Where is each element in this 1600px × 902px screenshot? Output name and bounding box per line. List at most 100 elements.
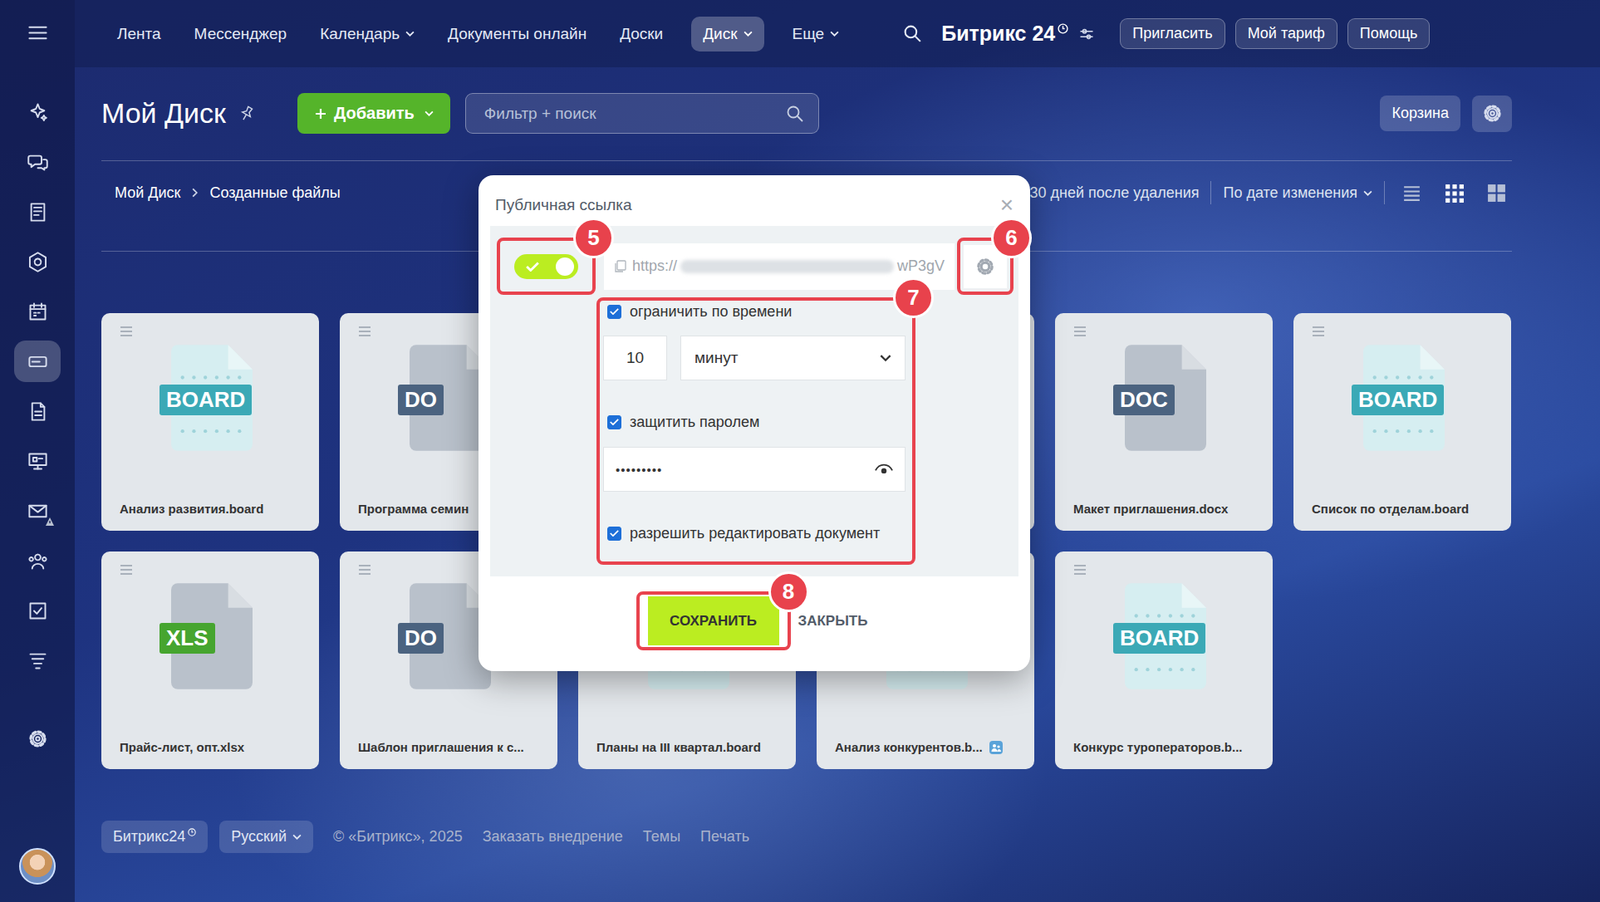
sidebar-item[interactable]	[14, 490, 61, 532]
breadcrumb-item[interactable]: Созданные файлы	[209, 184, 340, 202]
add-button[interactable]: Добавить	[297, 93, 451, 134]
checkbox[interactable]	[607, 526, 622, 541]
menu-button[interactable]	[16, 15, 59, 50]
filter-search-input[interactable]: Фильтр + поиск	[465, 93, 820, 134]
breadcrumbs: Мой Диск Созданные файлы	[101, 184, 341, 202]
funnel-icon	[26, 649, 50, 673]
nav-item[interactable]: Документы онлайн	[442, 16, 592, 52]
file-name: Планы на III квартал.board	[596, 740, 781, 755]
file-card[interactable]: DOC Макет приглашения.docx	[1055, 313, 1273, 531]
footer-link[interactable]: Печать	[700, 828, 750, 846]
close-button[interactable]: ×	[1000, 193, 1014, 217]
header-button[interactable]: Пригласить	[1119, 18, 1225, 50]
drag-handle-icon[interactable]	[358, 564, 372, 575]
user-avatar[interactable]	[19, 848, 56, 885]
drag-handle-icon[interactable]	[1073, 564, 1087, 575]
screen: Лента Мессенджер Календарь Документы онлайн…	[0, 0, 1600, 902]
clock-icon	[187, 828, 197, 837]
settings-button[interactable]	[1472, 95, 1512, 133]
file-card[interactable]: BOARDСписок по отделам.board	[1293, 313, 1512, 531]
file-type-label: DO	[397, 384, 444, 416]
file-name: Макет приглашения.docx	[1073, 501, 1258, 516]
footer-link[interactable]: Заказать внедрение	[482, 828, 624, 846]
drag-handle-icon[interactable]	[119, 564, 133, 575]
logo[interactable]: Битрикс 24	[941, 21, 1095, 46]
sidebar-item[interactable]	[14, 91, 61, 133]
sidebar-item[interactable]	[14, 639, 61, 682]
drag-handle-icon[interactable]	[358, 326, 372, 337]
breadcrumb-item[interactable]: Мой Диск	[114, 184, 181, 202]
header-button[interactable]: Помощь	[1347, 18, 1431, 50]
grid-icon	[1443, 182, 1465, 204]
sidebar-item[interactable]	[14, 390, 61, 432]
view-mode-button[interactable]	[1438, 182, 1470, 204]
password-option[interactable]: защитить паролем	[603, 411, 908, 433]
sidebar-item[interactable]	[14, 191, 61, 233]
language-select[interactable]: Русский	[219, 820, 314, 854]
disk-icon	[26, 350, 50, 374]
settings-button[interactable]	[14, 717, 61, 760]
file-type-label: BOARD	[1113, 623, 1206, 654]
copyright: © «Битрикс», 2025	[333, 828, 463, 846]
check-icon	[609, 530, 619, 537]
sliders-icon[interactable]	[1078, 25, 1095, 43]
sidebar-item[interactable]	[14, 589, 61, 632]
nav-item[interactable]: Доски	[614, 16, 668, 52]
file-name: Анализ развития.board	[119, 501, 305, 516]
trash-button[interactable]: Корзина	[1379, 95, 1461, 132]
file-card[interactable]: XLSПрайс-лист, опт.xlsx	[101, 551, 320, 770]
file-type-label: BOARD	[159, 384, 252, 416]
mail-icon	[26, 500, 50, 523]
sort-dropdown[interactable]: По дате изменения	[1222, 184, 1373, 202]
highlight-box: ограничить по времени 10 минут защитить пар…	[596, 297, 916, 565]
top-bar: Лента Мессенджер Календарь Документы онлайн…	[74, 0, 1600, 68]
checkbox[interactable]	[607, 304, 622, 320]
search-icon[interactable]	[902, 23, 923, 45]
step-badge: 7	[893, 277, 934, 319]
view-mode-button[interactable]	[1481, 182, 1512, 204]
chevron-icon	[405, 30, 415, 37]
highlight-box: 6	[957, 237, 1014, 295]
edit-option[interactable]: разрешить редактировать документ	[603, 522, 908, 545]
checkbox[interactable]	[607, 415, 622, 430]
team-icon	[26, 549, 50, 573]
highlight-box: СОХРАНИТЬ8	[636, 591, 791, 651]
public-link-dialog: Публичная ссылка×5https://wP3gV6ограничи…	[478, 175, 1031, 672]
nav-item[interactable]: Мессенджер	[189, 16, 293, 52]
file-card[interactable]: BOARD Анализ развития.board	[101, 313, 320, 531]
sidebar-item[interactable]	[14, 440, 61, 482]
close-dialog-button[interactable]: ЗАКРЫТЬ	[793, 604, 874, 639]
header-button[interactable]: Мой тариф	[1235, 18, 1338, 50]
time-limit-option[interactable]: ограничить по времени	[603, 300, 908, 323]
public-link-toggle[interactable]	[514, 254, 579, 280]
copy-icon[interactable]	[613, 260, 628, 274]
sidebar-item[interactable]	[14, 539, 61, 582]
pin-icon[interactable]	[234, 100, 260, 126]
file-type-label: BOARD	[1351, 384, 1444, 416]
file-card[interactable]: BOARDКонкурс туроператоров.b...	[1055, 551, 1273, 770]
sidebar-item[interactable]	[14, 290, 61, 333]
time-amount-input[interactable]: 10	[603, 335, 668, 381]
brand-link[interactable]: Битрикс24	[101, 820, 208, 854]
sidebar-item[interactable]	[14, 141, 61, 183]
nav-item[interactable]: Диск	[691, 16, 764, 52]
tasks-icon	[26, 599, 50, 623]
menu-icon	[26, 21, 50, 45]
eye-icon[interactable]	[874, 463, 894, 477]
footer-link[interactable]: Темы	[642, 828, 681, 846]
nav-item[interactable]: Календарь	[314, 16, 420, 52]
nav-item[interactable]: Еще	[787, 16, 845, 52]
view-mode-button[interactable]	[1396, 182, 1428, 204]
nav-item[interactable]: Лента	[112, 16, 167, 52]
drag-handle-icon[interactable]	[119, 326, 133, 337]
drag-handle-icon[interactable]	[1311, 326, 1326, 337]
time-unit-select[interactable]: минут	[680, 335, 906, 381]
password-input[interactable]: •••••••••	[603, 446, 906, 492]
drag-handle-icon[interactable]	[1073, 326, 1087, 337]
file-type-label: XLS	[159, 623, 216, 654]
file-type-label: DOC	[1113, 384, 1175, 416]
check-icon	[525, 261, 540, 272]
sidebar-item[interactable]	[14, 240, 61, 283]
save-button[interactable]: СОХРАНИТЬ	[647, 596, 780, 646]
sidebar-item[interactable]	[14, 340, 61, 383]
